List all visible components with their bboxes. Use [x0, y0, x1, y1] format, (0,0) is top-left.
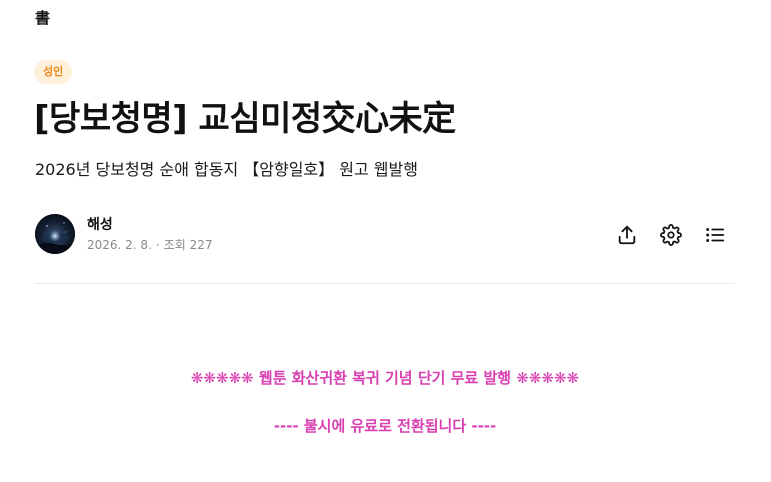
- view-count: 조회 227: [163, 238, 213, 252]
- post-subtitle: 2026년 당보청명 순애 합동지 【암향일호】 원고 웹발행: [35, 160, 418, 179]
- settings-button[interactable]: [658, 222, 684, 248]
- header-divider: [35, 283, 735, 284]
- site-logo[interactable]: 書: [35, 9, 50, 27]
- share-icon: [618, 225, 636, 245]
- adult-badge: 성인: [34, 60, 73, 84]
- share-button[interactable]: [614, 222, 640, 248]
- post-date: 2026. 2. 8.: [87, 238, 152, 252]
- paid-conversion-notice: ---- 불시에 유료로 전환됩니다 ----: [273, 417, 497, 435]
- free-release-notice: ❋❋❋❋❋ 웹툰 화산귀환 복귀 기념 단기 무료 발행 ❋❋❋❋❋: [190, 369, 580, 387]
- list-icon: [706, 228, 725, 242]
- author-avatar[interactable]: [35, 214, 75, 254]
- post-meta: 2026. 2. 8. · 조회 227: [87, 237, 213, 253]
- meta-separator: ·: [155, 238, 160, 252]
- toc-button[interactable]: [702, 222, 728, 248]
- avatar-image: [35, 214, 75, 254]
- post-page: 書 성인 [당보청명] 교심미정交心未定 2026년 당보청명 순애 합동지 【…: [0, 0, 771, 482]
- author-name[interactable]: 해성: [87, 216, 113, 234]
- settings-icon: [660, 224, 682, 246]
- post-title: [당보청명] 교심미정交心未定: [34, 99, 456, 139]
